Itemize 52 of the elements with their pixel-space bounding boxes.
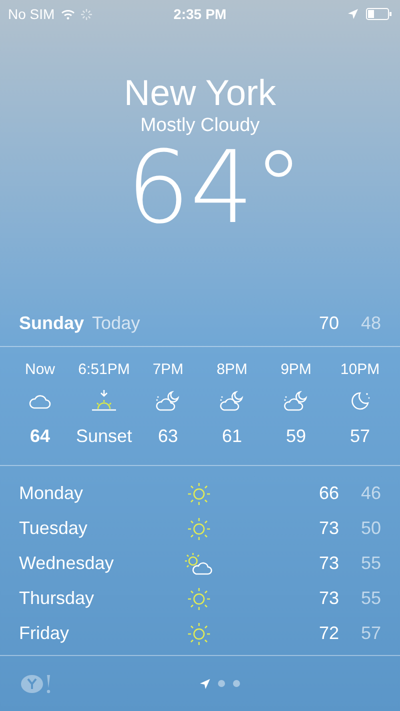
low-temperature: 57 xyxy=(360,622,381,645)
hour-temperature: Sunset xyxy=(76,425,132,448)
battery-icon xyxy=(366,8,392,20)
activity-spinner-icon xyxy=(80,8,92,20)
hour-label: 7PM xyxy=(152,360,184,379)
sun-icon xyxy=(187,586,211,610)
cloud-moon-icon xyxy=(283,390,309,412)
location-arrow-icon[interactable] xyxy=(200,678,210,688)
low-temperature: 46 xyxy=(360,482,381,505)
low-temperature: 55 xyxy=(360,587,381,610)
cloud-moon-icon xyxy=(155,390,181,412)
sunset-icon xyxy=(90,389,118,413)
weekday-name: Tuesday xyxy=(19,518,88,538)
wifi-icon xyxy=(60,8,75,20)
low-temperature: 55 xyxy=(360,552,381,575)
clock-time: 2:35 PM xyxy=(174,4,226,24)
weekday-name: Friday xyxy=(19,623,70,643)
today-label: Today xyxy=(92,312,142,335)
hour-label: 9PM xyxy=(280,360,312,379)
location-arrow-icon xyxy=(348,9,358,19)
city-name: New York xyxy=(124,72,276,114)
low-temperature: 50 xyxy=(360,517,381,540)
high-temperature: 70 xyxy=(319,312,340,334)
current-temperature: 64° xyxy=(125,138,304,238)
hour-temperature: 61 xyxy=(222,425,242,448)
sun-icon xyxy=(187,482,211,506)
high-temperature: 72 xyxy=(319,622,340,645)
hour-label: 6:51PM xyxy=(78,360,130,379)
moon-icon xyxy=(349,390,371,412)
high-temperature: 73 xyxy=(319,517,340,540)
sun-icon xyxy=(187,516,211,540)
sun-icon xyxy=(187,622,211,646)
high-temperature: 66 xyxy=(319,482,340,505)
hour-temperature: 63 xyxy=(158,425,178,448)
high-temperature: 73 xyxy=(319,587,340,610)
hour-label: 8PM xyxy=(216,360,248,379)
day-name: Sunday xyxy=(19,312,84,335)
hour-temperature: 57 xyxy=(350,425,370,448)
carrier-label: No SIM xyxy=(8,4,55,24)
hour-temperature: 64 xyxy=(30,425,50,448)
weather-condition: Mostly Cloudy xyxy=(140,114,260,138)
weekday-name: Monday xyxy=(19,483,84,503)
sun-cloud-icon xyxy=(184,552,214,576)
low-temperature: 48 xyxy=(360,312,381,334)
cloud-icon xyxy=(28,392,52,410)
weekday-name: Wednesday xyxy=(19,553,114,573)
high-temperature: 73 xyxy=(319,552,340,575)
hour-label: Now xyxy=(24,360,55,379)
weekday-name: Thursday xyxy=(19,588,94,608)
cloud-moon-icon xyxy=(219,390,245,412)
hour-label: 10PM xyxy=(340,360,380,379)
hour-temperature: 59 xyxy=(286,425,306,448)
